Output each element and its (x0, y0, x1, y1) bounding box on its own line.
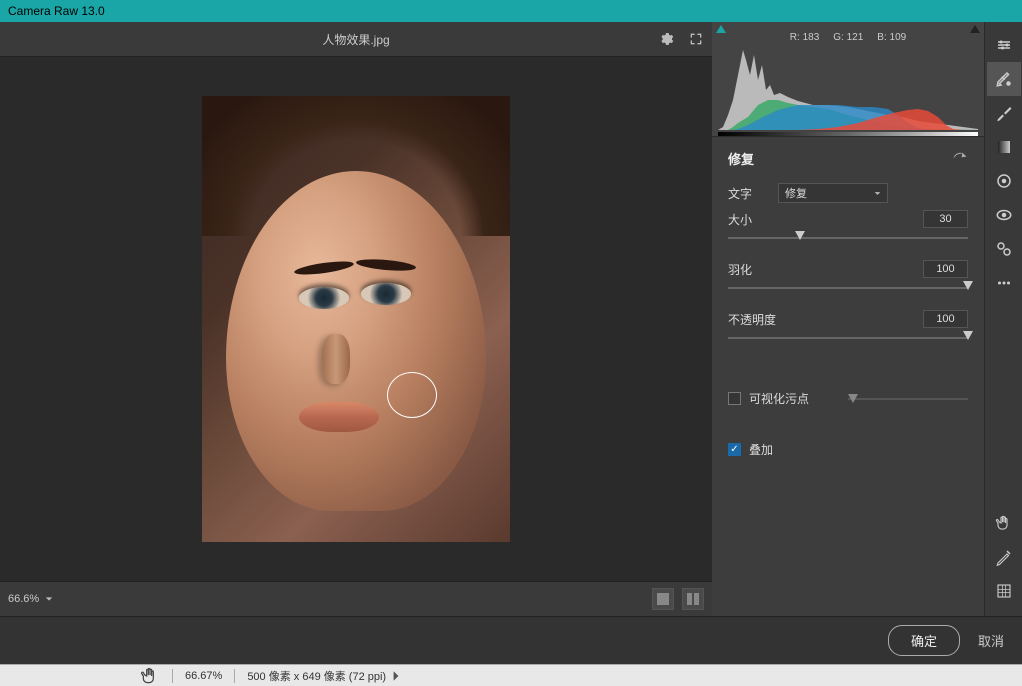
zoom-value: 66.6% (8, 593, 39, 605)
b-value: B: 109 (877, 32, 906, 43)
status-dimensions[interactable]: 500 像素 x 649 像素 (72 ppi) (247, 668, 402, 684)
view-single-button[interactable] (652, 588, 674, 610)
histogram-chart (718, 45, 978, 130)
app-title: Camera Raw 13.0 (8, 4, 105, 18)
main-area: 人物效果.jpg 66.6% (0, 22, 1022, 616)
histogram[interactable]: R: 183 G: 121 B: 109 (712, 22, 984, 137)
redeye-tool[interactable] (987, 198, 1021, 232)
right-toolbar (984, 22, 1022, 616)
document-header: 人物效果.jpg (0, 22, 712, 57)
opacity-label: 不透明度 (728, 311, 788, 328)
highlight-clip-icon[interactable] (970, 25, 980, 33)
photo-preview (202, 96, 510, 542)
r-value: R: 183 (790, 32, 819, 43)
view-compare-button[interactable] (682, 588, 704, 610)
opacity-slider[interactable] (728, 332, 968, 346)
hand-icon (140, 666, 160, 686)
size-thumb[interactable] (795, 231, 805, 240)
type-dropdown[interactable]: 修复 (778, 183, 888, 203)
status-zoom[interactable]: 66.67% (185, 670, 222, 682)
opacity-value[interactable]: 100 (923, 310, 968, 328)
type-value: 修复 (785, 185, 807, 201)
type-label: 文字 (728, 185, 778, 202)
size-value[interactable]: 30 (923, 210, 968, 228)
dialog-footer: 确定 取消 (0, 616, 1022, 664)
feather-thumb[interactable] (963, 281, 973, 290)
right-panel: R: 183 G: 121 B: 109 修复 文字 修复 (712, 22, 984, 616)
overlay-label: 叠加 (749, 441, 773, 458)
chevron-down-icon (45, 595, 53, 603)
feather-value[interactable]: 100 (923, 260, 968, 278)
g-value: G: 121 (833, 32, 863, 43)
document-filename: 人物效果.jpg (322, 31, 389, 48)
fullscreen-icon[interactable] (688, 31, 704, 47)
canvas[interactable] (0, 57, 712, 581)
healing-tool[interactable] (987, 62, 1021, 96)
feather-slider[interactable] (728, 282, 968, 296)
overlay-checkbox[interactable] (728, 443, 741, 456)
radial-tool[interactable] (987, 164, 1021, 198)
gear-icon[interactable] (658, 31, 674, 47)
panel-title: 修复 (728, 149, 754, 168)
crop-tool[interactable] (987, 574, 1021, 608)
opacity-thumb[interactable] (963, 331, 973, 340)
rgb-readout: R: 183 G: 121 B: 109 (790, 32, 906, 43)
visualize-slider[interactable] (848, 398, 968, 400)
edit-tool[interactable] (987, 28, 1021, 62)
brush-tool[interactable] (987, 96, 1021, 130)
shadow-clip-icon[interactable] (716, 25, 726, 33)
size-slider[interactable] (728, 232, 968, 246)
zoom-select[interactable]: 66.6% (8, 593, 53, 605)
heal-cursor (387, 372, 437, 418)
ok-button[interactable]: 确定 (888, 625, 960, 656)
size-label: 大小 (728, 211, 788, 228)
feather-label: 羽化 (728, 261, 788, 278)
preset-tool[interactable] (987, 232, 1021, 266)
undo-icon[interactable] (952, 152, 968, 166)
more-tool[interactable] (987, 266, 1021, 300)
visualize-label: 可视化污点 (749, 390, 809, 407)
cancel-button[interactable]: 取消 (978, 631, 1004, 650)
chevron-down-icon (874, 190, 881, 197)
canvas-footer: 66.6% (0, 581, 712, 616)
histogram-scale (718, 132, 978, 136)
gradient-tool[interactable] (987, 130, 1021, 164)
sampler-tool[interactable] (987, 540, 1021, 574)
left-panel: 人物效果.jpg 66.6% (0, 22, 712, 616)
visualize-checkbox[interactable] (728, 392, 741, 405)
statusbar: 66.67% 500 像素 x 649 像素 (72 ppi) (0, 664, 1022, 686)
healing-panel: 修复 文字 修复 大小 30 羽化 100 (712, 137, 984, 484)
hand-tool[interactable] (987, 506, 1021, 540)
chevron-right-icon (390, 670, 402, 682)
titlebar: Camera Raw 13.0 (0, 0, 1022, 22)
